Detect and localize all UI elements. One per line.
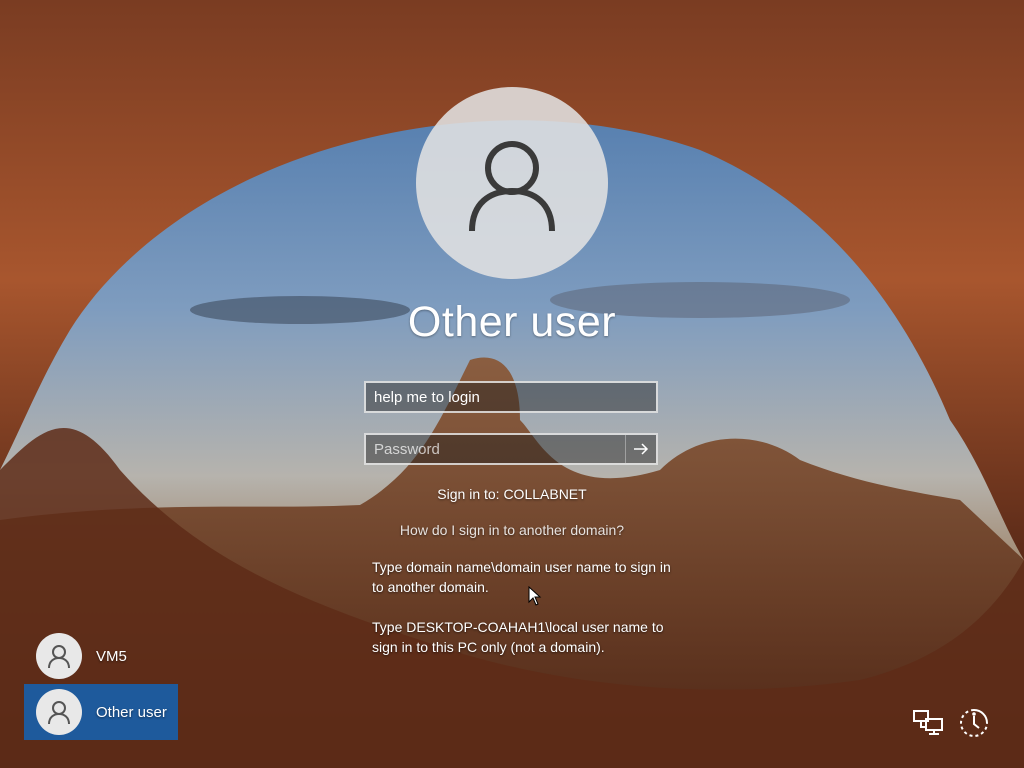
avatar — [36, 633, 82, 679]
user-icon — [469, 141, 555, 232]
user-tile-label: VM5 — [96, 647, 127, 665]
user-icon — [48, 701, 70, 725]
avatar — [36, 689, 82, 735]
user-avatar — [416, 87, 608, 279]
domain-help-link[interactable]: How do I sign in to another domain? — [312, 522, 712, 538]
password-field[interactable] — [366, 435, 625, 463]
user-icon — [48, 645, 70, 669]
submit-button[interactable] — [625, 435, 656, 463]
user-tile-vm5[interactable]: VM5 — [24, 628, 178, 684]
ease-of-access-button[interactable] — [957, 706, 991, 740]
user-tile-other-user[interactable]: Other user — [24, 684, 178, 740]
mouse-cursor-icon — [528, 586, 542, 606]
help-text-local: Type DESKTOP-COAHAH1\local user name to … — [372, 619, 664, 655]
arrow-right-icon — [634, 443, 649, 455]
help-text-domain: Type domain name\domain user name to sig… — [372, 559, 671, 595]
username-field-container — [364, 381, 658, 413]
sign-in-target: Sign in to: COLLABNET — [437, 486, 587, 502]
network-button[interactable] — [911, 706, 945, 740]
user-title: Other user — [407, 298, 617, 346]
network-icon — [913, 710, 943, 735]
password-field-container — [364, 433, 658, 465]
user-tile-label: Other user — [96, 703, 167, 721]
ease-of-access-icon — [960, 709, 988, 737]
username-field[interactable] — [366, 383, 656, 411]
